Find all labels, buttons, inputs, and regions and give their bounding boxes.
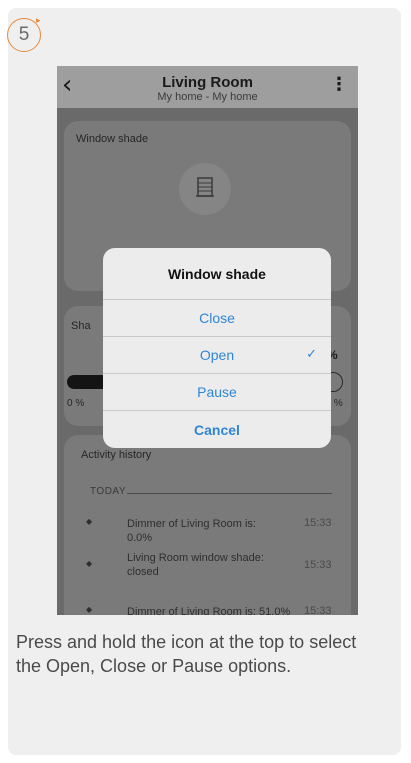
step-number: 5 [18,24,30,45]
step-number-badge: 5 ▸ [7,15,41,52]
history-text: Dimmer of Living Room is: 0.0% [127,518,256,544]
window-shade-dialog: Window shade Close Open ✓ Pause Cancel [103,248,331,448]
activity-history-card: Activity history TODAY ◆ Dimmer of Livin… [64,435,351,615]
page-subtitle: My home - My home [157,91,258,103]
bullet-icon: ◆ [86,517,93,526]
phone-screenshot: ‹ Living Room My home - My home ⋮ Window… [57,66,358,615]
window-shade-button[interactable] [179,163,231,215]
today-header: TODAY [90,486,127,497]
history-time: 15:33 [304,559,332,571]
slider-min-label: 0 % [67,398,85,409]
history-text: Living Room window shade: closed [127,552,264,578]
refresh-arrow-icon: ▸ [36,15,41,25]
activity-history-label: Activity history [81,449,152,461]
page-title: Living Room [162,74,253,91]
checkmark-icon: ✓ [306,346,317,361]
pause-option[interactable]: Pause [103,373,331,410]
window-shade-label: Window shade [76,133,149,145]
open-option-label: Open [199,347,235,363]
bullet-icon: ◆ [86,605,93,614]
top-bar: ‹ Living Room My home - My home ⋮ [57,66,358,108]
cancel-button[interactable]: Cancel [103,410,331,448]
instruction-caption: Press and hold the icon at the top to se… [16,632,357,676]
close-option[interactable]: Close [103,299,331,336]
more-vertical-icon[interactable]: ⋮ [330,74,348,95]
history-time: 15:33 [304,517,332,529]
history-time: 15:33 [304,605,332,615]
dialog-title: Window shade [168,265,266,282]
history-text: Dimmer of Living Room is: 51.0% [127,606,291,615]
open-option[interactable]: Open ✓ [103,336,331,373]
divider [127,493,332,494]
bullet-icon: ◆ [86,559,93,568]
shade-level-label: Sha [71,320,91,332]
window-shade-icon [196,177,214,197]
